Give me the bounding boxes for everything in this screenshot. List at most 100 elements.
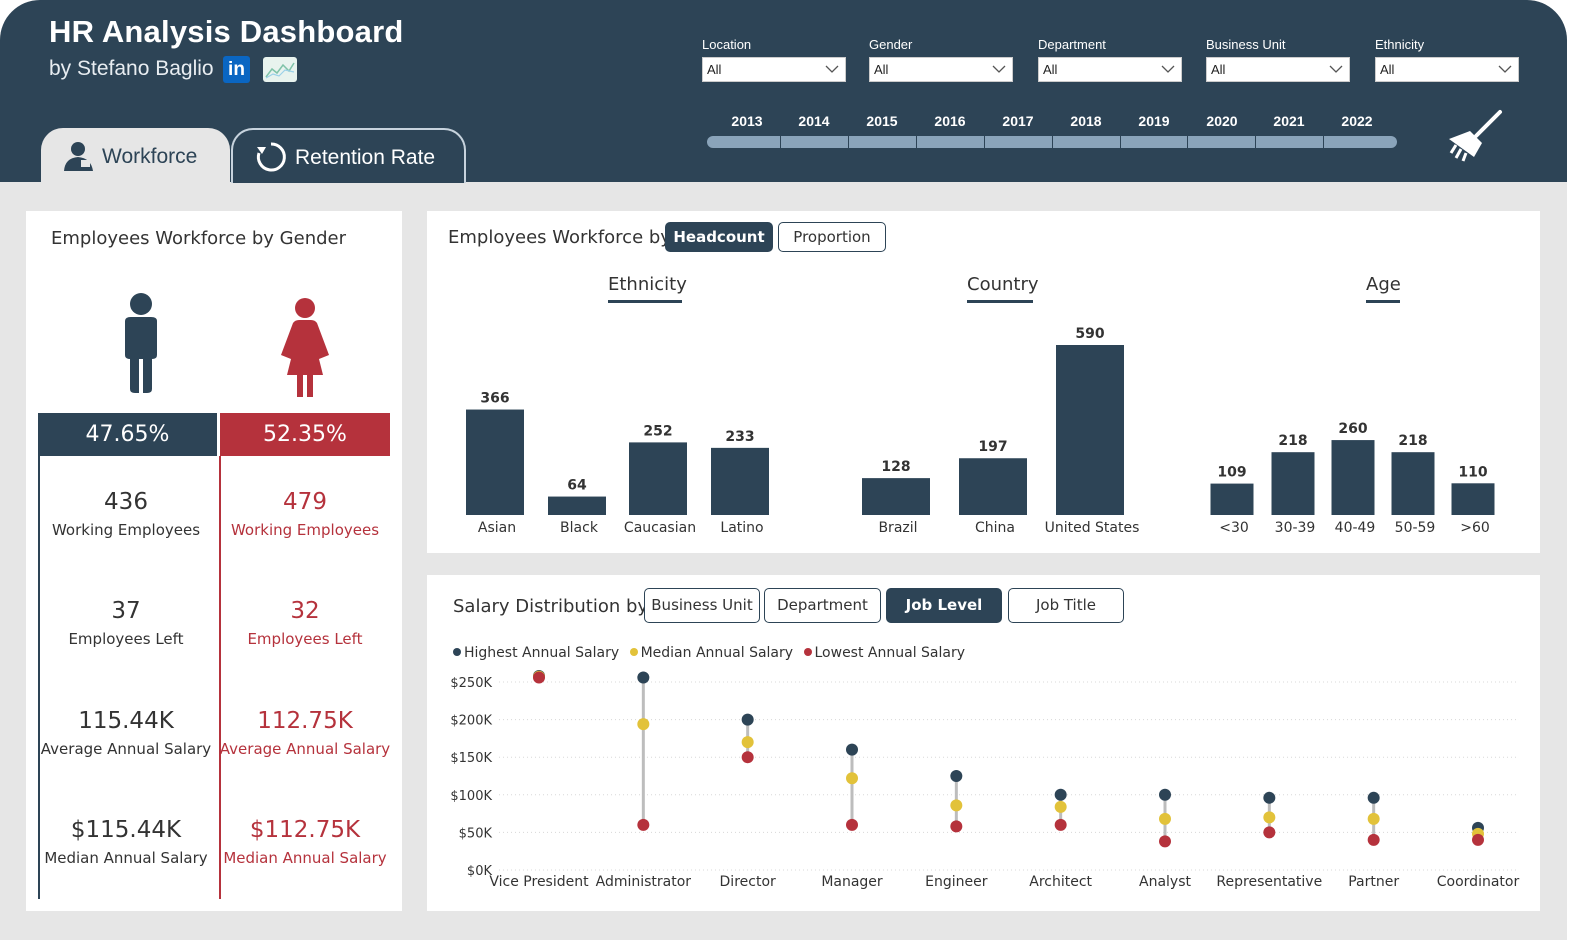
salary-point-median[interactable] — [950, 799, 963, 812]
salary-point-lowest[interactable] — [950, 820, 963, 833]
bar-black[interactable] — [548, 496, 606, 515]
bar-data-label: 252 — [643, 423, 672, 439]
male-figure-icon — [125, 293, 157, 393]
filter-ethnicity-value: All — [1380, 62, 1395, 77]
workforce-panel: Employees Workforce by Headcount Proport… — [427, 211, 1540, 553]
female-median-salary-value: $112.75K — [249, 817, 361, 843]
salary-point-lowest[interactable] — [1472, 833, 1484, 846]
salary-point-median[interactable] — [846, 772, 858, 785]
circle-arrow-icon — [256, 142, 286, 172]
year-label[interactable]: 2019 — [1138, 113, 1169, 129]
bar-category-label: >60 — [1460, 520, 1490, 536]
male-working-value: 436 — [104, 489, 148, 515]
salary-point-highest[interactable] — [741, 713, 754, 726]
bar-data-label: 218 — [1278, 433, 1307, 449]
bar-brazil[interactable] — [862, 478, 930, 515]
salary-point-highest[interactable] — [637, 671, 650, 684]
female-avg-salary-stat: 112.75K Average Annual Salary — [215, 708, 395, 758]
tab-workforce-label: Workforce — [102, 145, 198, 168]
bar-data-label: 260 — [1338, 421, 1367, 437]
bar-china[interactable] — [959, 458, 1027, 515]
female-working-label: Working Employees — [230, 521, 380, 539]
chevron-down-icon — [825, 65, 839, 73]
year-label[interactable]: 2018 — [1070, 113, 1101, 129]
year-slider[interactable] — [707, 136, 1397, 148]
x-category-label: Manager — [821, 874, 883, 890]
salary-point-highest[interactable] — [846, 743, 858, 756]
year-label[interactable]: 2022 — [1341, 113, 1372, 129]
bar-category-label: Brazil — [878, 520, 917, 536]
bar-category-label: 50-59 — [1395, 520, 1436, 536]
salary-point-lowest[interactable] — [846, 818, 858, 831]
page-title: HR Analysis Dashboard — [49, 14, 404, 49]
bar-caucasian[interactable] — [629, 442, 687, 515]
bar-asian[interactable] — [466, 409, 524, 515]
salary-point-lowest[interactable] — [637, 818, 650, 831]
chevron-down-icon — [1498, 65, 1512, 73]
filter-ethnicity-select[interactable]: All — [1375, 57, 1519, 82]
bar-category-label: 30-39 — [1275, 520, 1316, 536]
bar-united-states[interactable] — [1056, 345, 1124, 515]
salary-point-lowest[interactable] — [533, 671, 545, 684]
linkedin-icon[interactable]: in — [223, 56, 250, 83]
tab-retention-rate-label: Retention Rate — [295, 146, 436, 169]
salary-point-highest[interactable] — [1159, 788, 1171, 801]
bar-data-label: 197 — [978, 439, 1007, 455]
female-figure-icon — [281, 298, 329, 397]
chevron-down-icon — [1161, 65, 1175, 73]
filter-gender-select[interactable]: All — [869, 57, 1013, 82]
salary-panel: Salary Distribution by Business Unit Dep… — [427, 575, 1540, 911]
female-left-stat: 32 Employees Left — [215, 598, 395, 648]
tab-workforce[interactable]: Workforce — [41, 128, 230, 183]
filter-gender: Gender All — [869, 37, 1013, 82]
bar-data-label: 218 — [1398, 433, 1427, 449]
year-label[interactable]: 2016 — [934, 113, 965, 129]
salary-point-lowest[interactable] — [1263, 826, 1276, 839]
y-tick-label: $200K — [450, 714, 492, 729]
bar-50-59[interactable] — [1391, 452, 1435, 515]
salary-point-lowest[interactable] — [1054, 818, 1067, 831]
bar-latino[interactable] — [711, 447, 769, 515]
x-category-label: Partner — [1348, 874, 1399, 890]
chevron-down-icon — [992, 65, 1006, 73]
year-label[interactable]: 2015 — [866, 113, 897, 129]
bar-data-label: 109 — [1217, 465, 1246, 481]
salary-point-lowest[interactable] — [741, 751, 754, 764]
salary-point-median[interactable] — [741, 736, 754, 749]
salary-point-median[interactable] — [1054, 800, 1067, 813]
filter-business-unit-select[interactable]: All — [1206, 57, 1350, 82]
salary-point-highest[interactable] — [950, 770, 963, 782]
salary-point-lowest[interactable] — [1159, 835, 1171, 848]
bar-30-39[interactable] — [1271, 452, 1315, 515]
male-working-label: Working Employees — [51, 521, 201, 539]
filter-location-select[interactable]: All — [702, 57, 846, 82]
chart-link-icon[interactable] — [263, 57, 297, 82]
bar-category-label: Caucasian — [624, 520, 696, 536]
salary-point-highest[interactable] — [1054, 788, 1067, 801]
male-avg-salary-stat: 115.44K Average Annual Salary — [36, 708, 216, 758]
salary-point-highest[interactable] — [1367, 791, 1380, 804]
salary-point-lowest[interactable] — [1367, 833, 1380, 846]
filter-department-select[interactable]: All — [1038, 57, 1182, 82]
salary-point-median[interactable] — [1159, 812, 1171, 825]
salary-point-median[interactable] — [637, 718, 650, 731]
male-avg-salary-value: 115.44K — [78, 708, 174, 734]
female-avg-salary-value: 112.75K — [257, 708, 353, 734]
year-label[interactable]: 2020 — [1206, 113, 1237, 129]
salary-point-median[interactable] — [1367, 812, 1380, 825]
bar-40-49[interactable] — [1331, 440, 1375, 515]
filter-gender-value: All — [874, 62, 889, 77]
y-tick-label: $150K — [450, 751, 492, 766]
year-label[interactable]: 2021 — [1273, 113, 1304, 129]
salary-point-median[interactable] — [1263, 811, 1276, 824]
year-label[interactable]: 2013 — [731, 113, 762, 129]
tab-retention-rate[interactable]: Retention Rate — [231, 128, 466, 183]
year-labels: 2013 2014 2015 2016 2017 2018 2019 2020 … — [713, 113, 1393, 131]
salary-point-highest[interactable] — [1263, 791, 1276, 804]
year-label[interactable]: 2017 — [1002, 113, 1033, 129]
bar--60[interactable] — [1451, 483, 1495, 515]
male-left-value: 37 — [111, 598, 141, 624]
bar--30[interactable] — [1210, 483, 1254, 515]
clear-filters-broom-icon[interactable] — [1446, 109, 1504, 163]
year-label[interactable]: 2014 — [798, 113, 829, 129]
